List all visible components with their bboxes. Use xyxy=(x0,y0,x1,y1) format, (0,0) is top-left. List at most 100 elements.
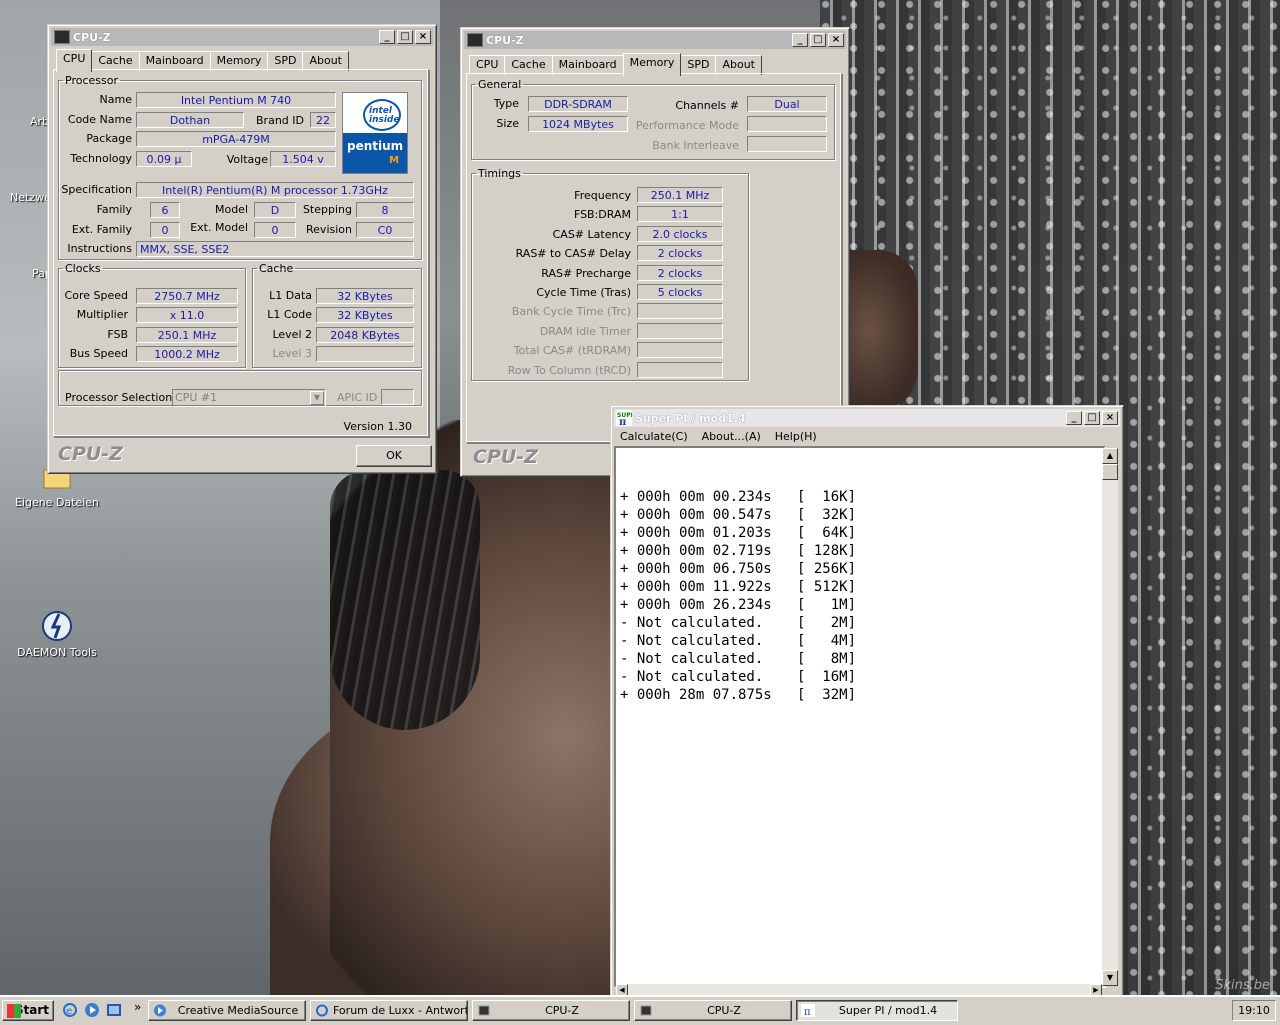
result-line: + 000h 00m 00.234s [ 16K] xyxy=(620,489,857,505)
ok-button[interactable]: OK xyxy=(356,445,432,467)
tab-cpu[interactable]: CPU xyxy=(469,55,506,75)
performance-mode-field xyxy=(747,116,827,132)
maximize-button[interactable]: □ xyxy=(810,33,826,47)
chevron-down-icon[interactable]: ▼ xyxy=(310,391,324,405)
model-field: D xyxy=(254,202,296,218)
l1-code-field: 32 KBytes xyxy=(316,307,414,323)
result-line: + 000h 00m 11.922s [ 512K] xyxy=(620,579,857,595)
tab-spd[interactable]: SPD xyxy=(680,55,717,75)
maximize-button[interactable]: □ xyxy=(397,30,413,44)
taskbar-button-creative-mediasource[interactable]: Creative MediaSource xyxy=(148,1000,306,1021)
memory-type-field: DDR-SDRAM xyxy=(528,96,628,112)
menu-calculate[interactable]: Calculate(C) xyxy=(620,430,688,443)
system-tray-clock[interactable]: 19:10 xyxy=(1232,1000,1276,1021)
minimize-button[interactable]: _ xyxy=(1066,411,1082,425)
tab-memory[interactable]: Memory xyxy=(209,51,269,71)
processor-selection-dropdown[interactable]: CPU #1 ▼ xyxy=(172,389,326,407)
show-desktop-icon[interactable] xyxy=(106,1002,122,1018)
result-line: + 000h 28m 07.875s [ 32M] xyxy=(620,687,857,703)
taskbar: Start e » Creative MediaSource Forum de … xyxy=(0,995,1280,1025)
badge-m-text: M xyxy=(389,155,399,166)
badge-pentium-text: pentium xyxy=(347,139,404,153)
tab-about[interactable]: About xyxy=(715,55,762,75)
results-lines: + 000h 00m 00.234s [ 16K] + 000h 00m 00.5… xyxy=(616,484,1104,704)
apic-id-field xyxy=(381,389,414,405)
tab-cache[interactable]: Cache xyxy=(91,51,140,71)
svg-text:e: e xyxy=(66,1006,72,1017)
tab-mainboard[interactable]: Mainboard xyxy=(138,51,211,71)
result-line: - Not calculated. [ 8M] xyxy=(620,651,857,667)
superpi-window[interactable]: SUPERπ Super PI / mod1.4 _ □ × Calculate… xyxy=(610,405,1124,999)
timing-value-field: 2 clocks xyxy=(637,264,723,281)
minimize-button[interactable]: _ xyxy=(379,30,395,44)
taskbar-button-label: CPU-Z xyxy=(707,1004,741,1017)
timing-value-field xyxy=(637,322,723,339)
ext-family-label: Ext. Family xyxy=(71,223,132,236)
l1-data-label: L1 Data xyxy=(269,289,312,302)
close-button[interactable]: × xyxy=(828,33,844,47)
title-bar[interactable]: SUPERπ Super PI / mod1.4 _ □ × xyxy=(614,409,1120,428)
taskbar-button-cpuz-1[interactable]: CPU-Z xyxy=(472,1000,630,1021)
tab-memory[interactable]: Memory xyxy=(622,53,682,76)
vertical-scrollbar[interactable]: ▲ ▼ xyxy=(1102,448,1118,986)
revision-label: Revision xyxy=(306,223,352,236)
close-button[interactable]: × xyxy=(1102,411,1118,425)
close-button[interactable]: × xyxy=(415,30,431,44)
level3-field xyxy=(316,346,414,362)
scroll-down-button[interactable]: ▼ xyxy=(1102,970,1118,986)
size-label: Size xyxy=(496,117,519,130)
media-player-icon[interactable] xyxy=(84,1002,100,1018)
fsb-label: FSB xyxy=(107,328,128,341)
tab-mainboard[interactable]: Mainboard xyxy=(551,55,624,75)
timing-value-field xyxy=(637,361,723,378)
quicklaunch-chevron[interactable]: » xyxy=(134,1000,141,1014)
taskbar-button-label: Super PI / mod1.4 xyxy=(838,1004,938,1017)
taskbar-button-superpi[interactable]: π Super PI / mod1.4 xyxy=(796,1000,958,1021)
tab-cache[interactable]: Cache xyxy=(504,55,553,75)
timing-value-field: 250.1 MHz xyxy=(637,187,723,203)
wallpaper-watermark: Skins.be xyxy=(1215,978,1270,993)
start-button[interactable]: Start xyxy=(2,1000,54,1021)
maximize-button[interactable]: □ xyxy=(1084,411,1100,425)
bus-speed-label: Bus Speed xyxy=(69,347,128,360)
title-bar[interactable]: CPU-Z _ □ × xyxy=(51,28,433,46)
window-title: CPU-Z xyxy=(73,30,111,44)
taskbar-button-forum[interactable]: Forum de Luxx - Antwort... xyxy=(310,1000,468,1021)
result-line: - Not calculated. [ 4M] xyxy=(620,633,857,649)
tab-spd[interactable]: SPD xyxy=(267,51,304,71)
desktop-icon-partial-label[interactable]: Netzwe xyxy=(10,191,51,204)
level3-label: Level 3 xyxy=(272,347,312,360)
cpuz-logo: CPU-Z xyxy=(58,443,123,465)
desktop-icon-daemon-tools[interactable]: DAEMON Tools xyxy=(12,610,102,659)
cpuz-chip-icon xyxy=(639,1004,653,1017)
processor-selection-label: Processor Selection xyxy=(65,391,173,404)
package-field: mPGA-479M xyxy=(136,131,336,147)
menu-about[interactable]: About...(A) xyxy=(702,430,761,443)
cpuz-cpu-window[interactable]: CPU-Z _ □ × CPU Cache Mainboard Memory S… xyxy=(47,24,437,474)
cpuz-app-icon xyxy=(467,33,483,47)
tab-cpu[interactable]: CPU xyxy=(56,49,93,72)
result-line: + 000h 00m 26.234s [ 1M] xyxy=(620,597,857,613)
minimize-button[interactable]: _ xyxy=(792,33,808,47)
result-line: + 000h 00m 01.203s [ 64K] xyxy=(620,525,857,541)
cpuz-chip-icon xyxy=(477,1004,491,1017)
window-title: Super PI / mod1.4 xyxy=(635,411,746,425)
level2-field: 2048 KBytes xyxy=(316,327,414,343)
channels-label: Channels # xyxy=(675,99,739,112)
menu-help[interactable]: Help(H) xyxy=(775,430,817,443)
group-title: Cache xyxy=(259,262,294,275)
level2-label: Level 2 xyxy=(272,328,312,341)
title-bar[interactable]: CPU-Z _ □ × xyxy=(464,31,846,49)
timing-label: RAS# Precharge xyxy=(541,266,631,280)
core-speed-label: Core Speed xyxy=(64,289,128,302)
scroll-up-button[interactable]: ▲ xyxy=(1102,448,1118,464)
intel-pentium-m-logo: intel inside pentium M xyxy=(342,92,408,174)
fsb-field: 250.1 MHz xyxy=(136,327,238,343)
tab-about[interactable]: About xyxy=(302,51,349,71)
tab-panel: Processor Name Intel Pentium M 740 Code … xyxy=(53,69,429,437)
results-console[interactable]: + 000h 00m 00.234s [ 16K] + 000h 00m 00.5… xyxy=(614,446,1106,988)
scroll-thumb[interactable] xyxy=(1102,464,1118,480)
taskbar-button-cpuz-2[interactable]: CPU-Z xyxy=(634,1000,792,1021)
specification-field: Intel(R) Pentium(R) M processor 1.73GHz xyxy=(136,182,414,198)
internet-explorer-icon[interactable]: e xyxy=(62,1002,78,1018)
